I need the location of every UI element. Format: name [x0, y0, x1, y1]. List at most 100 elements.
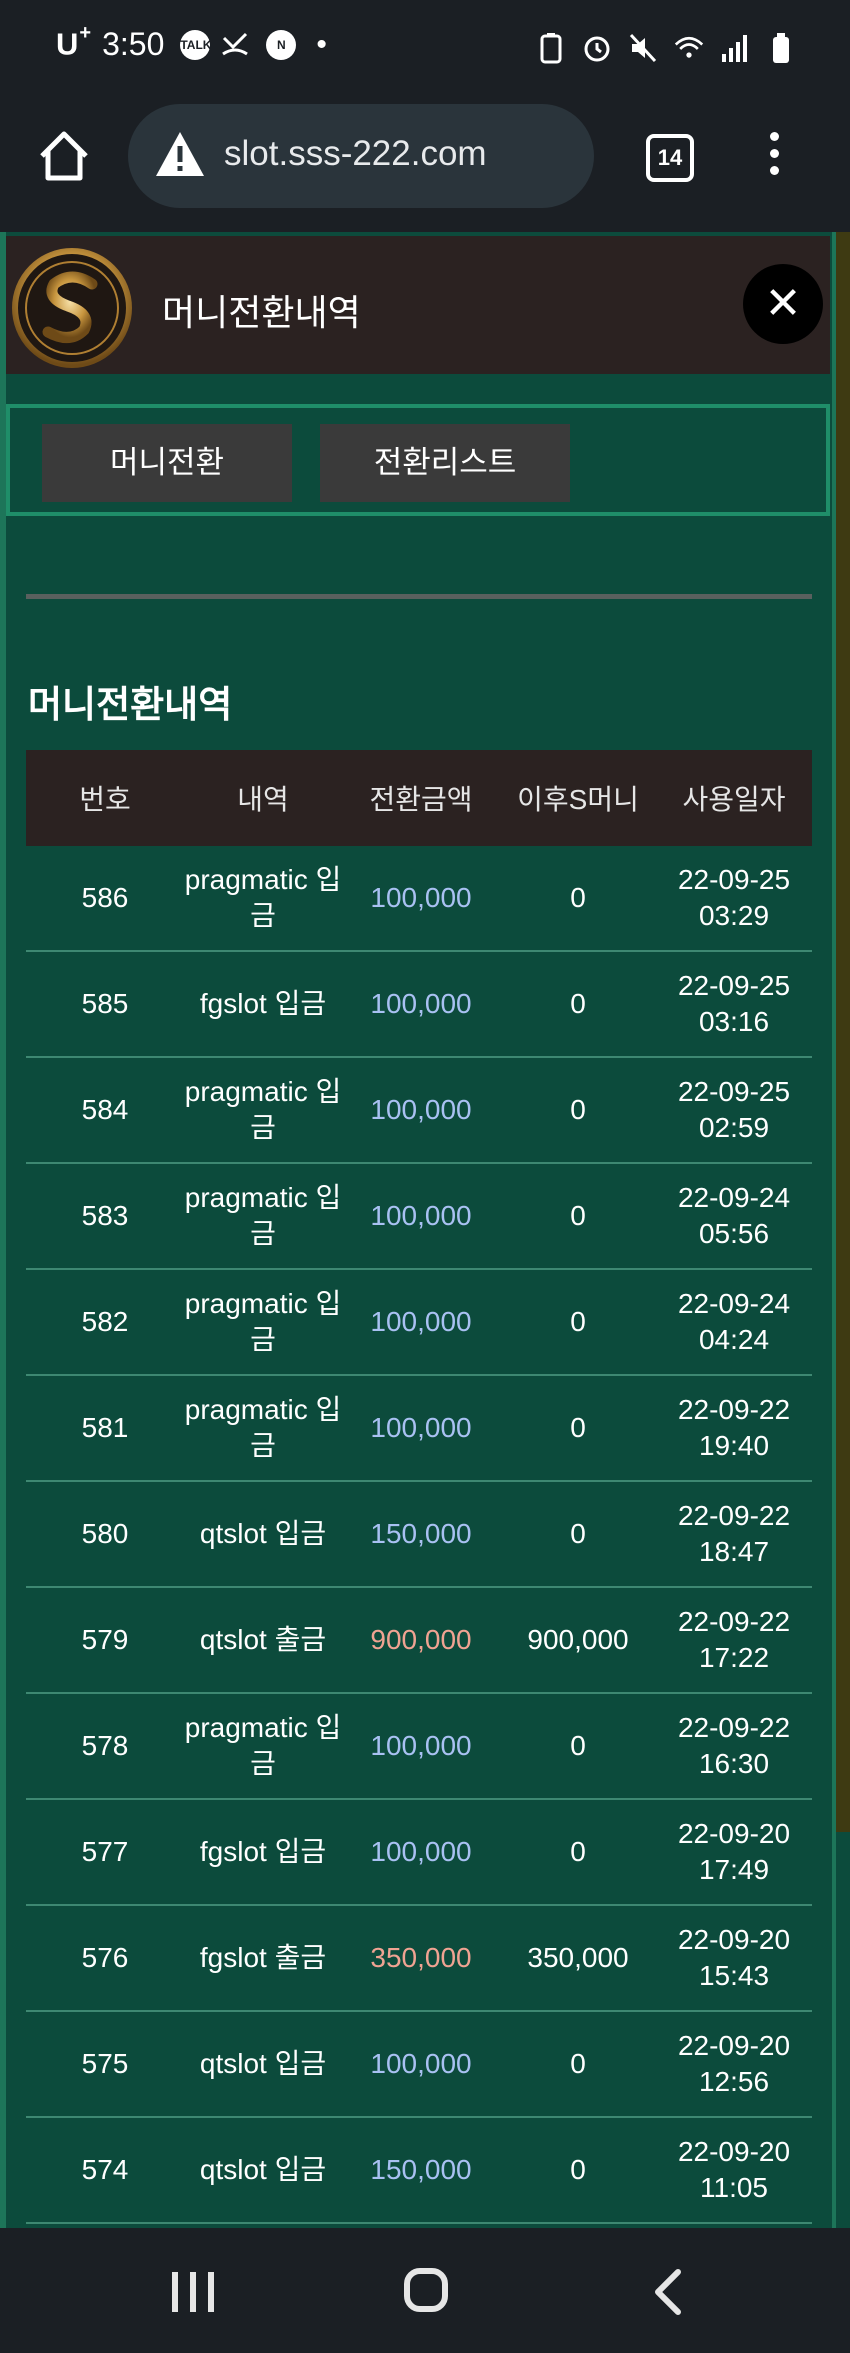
cell-date-day: 22-09-25 — [677, 1076, 791, 1107]
wifi-icon — [674, 36, 704, 58]
system-nav-bar — [0, 2228, 850, 2353]
more-menu-icon[interactable] — [766, 132, 782, 180]
cell-date: 22-09-20 15:43 — [656, 1906, 812, 2010]
cell-date-time: 19:40 — [698, 1430, 770, 1461]
cell-balance-after: 0 — [570, 1836, 586, 1867]
status-bar: U+ 3:50 TALK N • — [0, 0, 850, 100]
cell-balance-after: 0 — [570, 988, 586, 1019]
table-header: 번호 내역 전환금액 이후S머니 사용일자 — [26, 750, 812, 846]
site-logo — [12, 248, 132, 368]
cell-number: 580 — [81, 1518, 129, 1549]
tab-bar: 머니전환 전환리스트 — [6, 404, 830, 516]
cell-amount: 900,000 — [370, 1624, 472, 1655]
cell-number: 584 — [81, 1094, 129, 1125]
cell-number: 586 — [81, 882, 129, 913]
cell-description: qtslot 출금 — [199, 1624, 327, 1655]
cell-date: 22-09-22 19:40 — [656, 1376, 812, 1480]
cell-balance-after: 0 — [570, 1730, 586, 1761]
close-button[interactable]: ✕ — [743, 264, 823, 344]
modal-header: 머니전환내역 ✕ — [6, 236, 830, 374]
cell-amount: 150,000 — [370, 2154, 472, 2185]
cell-balance-after: 0 — [570, 2154, 586, 2185]
cell-date-time: 15:43 — [698, 1960, 770, 1991]
page-content: 머니전환내역 ✕ 머니전환 전환리스트 머니전환내역 번호 내역 전환금액 이후… — [0, 232, 850, 2228]
more-notifications-dot: • — [316, 27, 327, 61]
cell-date: 22-09-20 11:05 — [656, 2118, 812, 2222]
table-row: 577 fgslot 입금 100,000 0 22-09-20 17:49 — [26, 1800, 812, 1906]
mute-icon — [629, 33, 657, 63]
cell-date: 22-09-20 12:56 — [656, 2012, 812, 2116]
clock: 3:50 — [102, 26, 165, 62]
cell-amount: 100,000 — [370, 1836, 472, 1867]
alarm-icon — [584, 36, 610, 62]
cell-number: 576 — [81, 1942, 129, 1973]
transfer-history-table: 번호 내역 전환금액 이후S머니 사용일자 586 pragmatic 입금 100… — [26, 750, 812, 2224]
cell-number: 583 — [81, 1200, 129, 1231]
cell-number: 585 — [81, 988, 129, 1019]
table-row: 585 fgslot 입금 100,000 0 22-09-25 03:16 — [26, 952, 812, 1058]
table-row: 574 qtslot 입금 150,000 0 22-09-20 11:05 — [26, 2118, 812, 2224]
cell-date-time: 05:56 — [698, 1218, 770, 1249]
cell-date-day: 22-09-22 — [677, 1500, 791, 1531]
recent-apps-icon[interactable] — [170, 2270, 216, 2314]
battery-icon — [773, 33, 789, 63]
cell-date-day: 22-09-25 — [677, 970, 791, 1001]
cell-date: 22-09-24 04:24 — [656, 1270, 812, 1374]
table-row: 586 pragmatic 입금 100,000 0 22-09-25 03:29 — [26, 846, 812, 952]
cell-description: fgslot 입금 — [199, 1836, 327, 1867]
cell-description: fgslot 출금 — [199, 1942, 327, 1973]
address-bar[interactable]: slot.sss-222.com — [128, 104, 594, 208]
browser-toolbar: slot.sss-222.com 14 — [0, 100, 850, 232]
cell-date: 22-09-25 03:29 — [656, 846, 812, 950]
cell-date-day: 22-09-20 — [677, 1818, 791, 1849]
cell-date-day: 22-09-24 — [677, 1288, 791, 1319]
signal-icon — [722, 35, 747, 62]
cell-date-time: 03:16 — [698, 1006, 770, 1037]
cell-date: 22-09-20 17:49 — [656, 1800, 812, 1904]
table-row: 581 pragmatic 입금 100,000 0 22-09-22 19:40 — [26, 1376, 812, 1482]
cell-amount: 100,000 — [370, 1200, 472, 1231]
cell-date-time: 16:30 — [698, 1748, 770, 1779]
cell-date: 22-09-22 18:47 — [656, 1482, 812, 1586]
cell-description: pragmatic 입금 — [184, 1182, 342, 1249]
battery-saver-icon — [540, 33, 562, 64]
page-right-border — [832, 232, 836, 2228]
cell-number: 579 — [81, 1624, 129, 1655]
cell-number: 582 — [81, 1306, 129, 1337]
cell-description: fgslot 입금 — [199, 988, 327, 1019]
table-body: 586 pragmatic 입금 100,000 0 22-09-25 03:29 585 f… — [26, 846, 812, 2224]
cell-date: 22-09-25 03:16 — [656, 952, 812, 1056]
cell-number: 578 — [81, 1730, 129, 1761]
carrier-label: U+ — [56, 22, 93, 62]
cell-description: pragmatic 입금 — [184, 1288, 342, 1355]
cell-balance-after: 900,000 — [527, 1624, 629, 1655]
cell-number: 577 — [81, 1836, 129, 1867]
table-row: 582 pragmatic 입금 100,000 0 22-09-24 04:24 — [26, 1270, 812, 1376]
missed-call-icon — [222, 32, 249, 55]
url-text[interactable]: slot.sss-222.com — [224, 134, 487, 174]
cell-description: pragmatic 입금 — [184, 864, 342, 931]
column-header-description: 내역 — [237, 784, 289, 815]
table-row: 576 fgslot 출금 350,000 350,000 22-09-20 15:43 — [26, 1906, 812, 2012]
cell-date-time: 11:05 — [700, 2172, 768, 2203]
cell-date-time: 17:22 — [698, 1642, 770, 1673]
column-header-date: 사용일자 — [682, 784, 786, 815]
cell-amount: 100,000 — [370, 1730, 472, 1761]
cell-date-time: 04:24 — [698, 1324, 770, 1355]
cell-description: pragmatic 입금 — [184, 1076, 342, 1143]
cell-date-day: 22-09-25 — [677, 864, 791, 895]
cell-amount: 350,000 — [370, 1942, 472, 1973]
page-left-border — [0, 232, 6, 2228]
cell-date: 22-09-25 02:59 — [656, 1058, 812, 1162]
home-nav-icon[interactable] — [404, 2268, 448, 2312]
tab-switcher-button[interactable]: 14 — [646, 134, 694, 182]
tab-money-transfer[interactable]: 머니전환 — [42, 424, 292, 502]
warning-icon[interactable] — [154, 130, 206, 178]
cell-balance-after: 0 — [570, 1412, 586, 1443]
section-title: 머니전환내역 — [28, 684, 233, 725]
home-icon[interactable] — [36, 128, 92, 184]
back-icon[interactable] — [648, 2268, 688, 2316]
cell-balance-after: 0 — [570, 1518, 586, 1549]
tab-transfer-list[interactable]: 전환리스트 — [320, 424, 570, 502]
cell-description: qtslot 입금 — [199, 2154, 327, 2185]
